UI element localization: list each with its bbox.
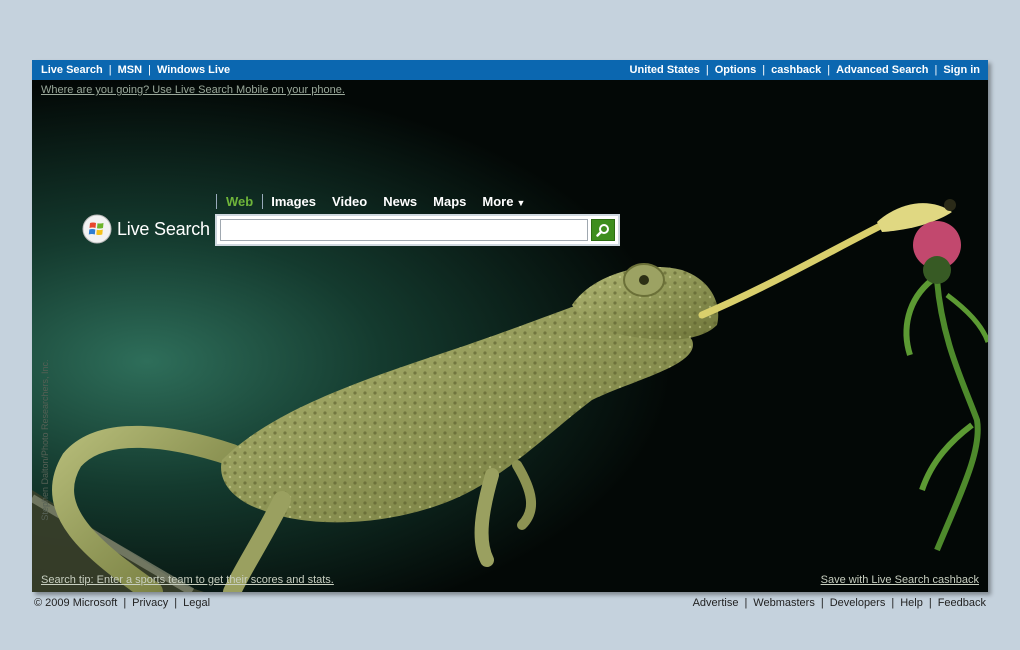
tab-more-label: More xyxy=(482,194,514,209)
separator: | xyxy=(705,64,709,76)
copyright: © 2009 Microsoft xyxy=(34,597,118,609)
separator: | xyxy=(148,64,151,76)
search-input[interactable] xyxy=(220,219,588,241)
windows-flag-icon xyxy=(82,214,112,244)
homepage-frame: Live Search | MSN | Windows Live United … xyxy=(32,60,988,592)
options-link[interactable]: Options xyxy=(715,64,757,76)
cashback-link[interactable]: cashback xyxy=(771,64,821,76)
tab-images[interactable]: Images xyxy=(263,194,324,209)
windows-live-link[interactable]: Windows Live xyxy=(157,64,230,76)
search-vertical-tabs: Web Images Video News Maps More ▼ xyxy=(216,194,533,209)
background-photo xyxy=(32,80,988,592)
top-right-links: United States | Options | cashback | Adv… xyxy=(630,64,980,76)
developers-link[interactable]: Developers xyxy=(830,597,886,611)
feedback-link[interactable]: Feedback xyxy=(938,597,986,611)
msn-link[interactable]: MSN xyxy=(118,64,142,76)
photo-credit: Stephen Dalton/Photo Researchers, Inc. xyxy=(32,340,52,550)
webmasters-link[interactable]: Webmasters xyxy=(753,597,815,611)
search-button[interactable] xyxy=(591,219,615,241)
country-link[interactable]: United States xyxy=(630,64,700,76)
logo-text: Live Search xyxy=(117,218,210,239)
tab-more[interactable]: More ▼ xyxy=(474,194,533,209)
help-link[interactable]: Help xyxy=(900,597,923,611)
advanced-search-link[interactable]: Advanced Search xyxy=(836,64,928,76)
separator: | xyxy=(934,64,938,76)
tab-video[interactable]: Video xyxy=(324,194,375,209)
cashback-promo-link[interactable]: Save with Live Search cashback xyxy=(821,574,979,586)
separator: | xyxy=(762,64,766,76)
separator: | xyxy=(820,597,824,609)
advertise-link[interactable]: Advertise xyxy=(693,597,739,611)
chevron-down-icon: ▼ xyxy=(516,198,526,208)
legal-link[interactable]: Legal xyxy=(183,597,210,611)
separator: | xyxy=(744,597,748,609)
footer-right-links: Advertise | Webmasters | Developers | He… xyxy=(693,597,986,611)
top-navigation-bar: Live Search | MSN | Windows Live United … xyxy=(32,60,988,80)
tab-maps[interactable]: Maps xyxy=(425,194,474,209)
live-search-link[interactable]: Live Search xyxy=(41,64,103,76)
footer-left-links: © 2009 Microsoft | Privacy | Legal xyxy=(34,597,210,611)
search-tip-link[interactable]: Search tip: Enter a sports team to get t… xyxy=(41,574,334,586)
search-box xyxy=(215,214,620,246)
privacy-link[interactable]: Privacy xyxy=(132,597,168,611)
tab-news[interactable]: News xyxy=(375,194,425,209)
separator: | xyxy=(891,597,895,609)
separator: | xyxy=(174,597,178,609)
separator: | xyxy=(827,64,831,76)
tab-web[interactable]: Web xyxy=(216,194,264,209)
separator: | xyxy=(928,597,932,609)
photo-credit-text: Stephen Dalton/Photo Researchers, Inc. xyxy=(40,359,50,521)
sign-in-link[interactable]: Sign in xyxy=(943,64,980,76)
separator: | xyxy=(108,64,112,76)
magnifier-icon xyxy=(596,224,609,237)
live-search-logo: Live Search xyxy=(82,214,210,244)
top-left-links: Live Search | MSN | Windows Live xyxy=(41,64,230,76)
page-footer: © 2009 Microsoft | Privacy | Legal Adver… xyxy=(34,597,986,611)
separator: | xyxy=(123,597,127,609)
mobile-promo-link[interactable]: Where are you going? Use Live Search Mob… xyxy=(41,84,345,96)
